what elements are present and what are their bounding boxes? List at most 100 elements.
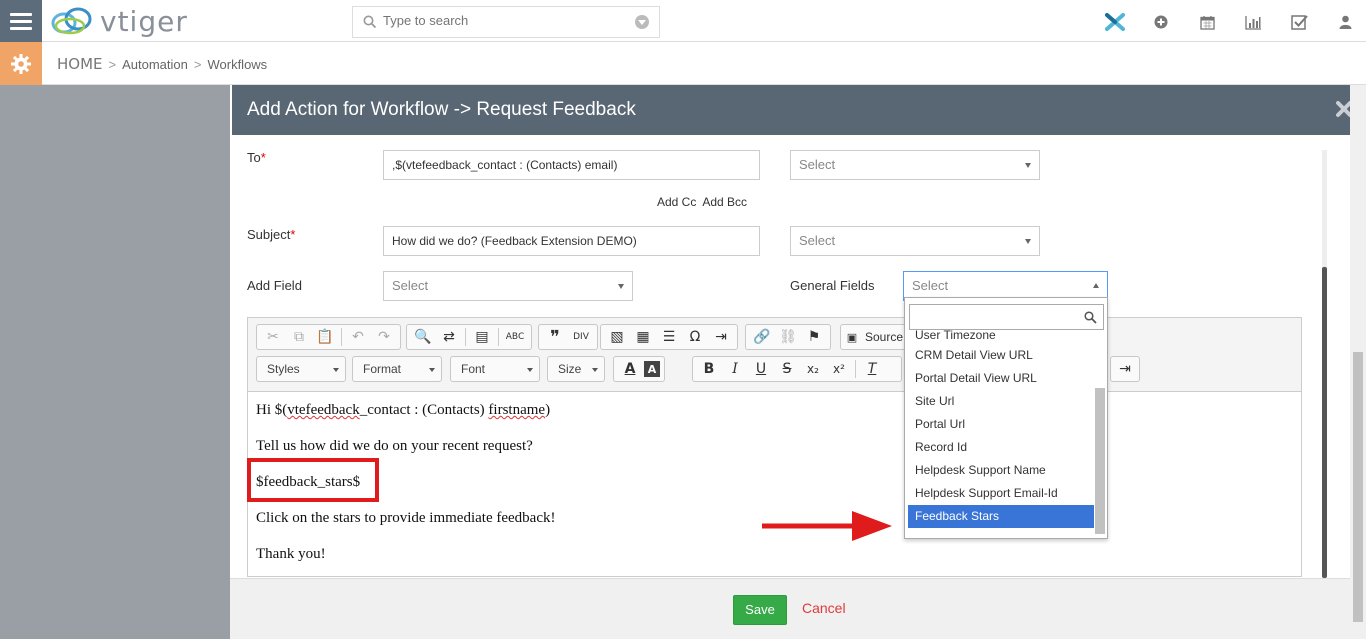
highlight-box	[247, 458, 379, 502]
global-search[interactable]	[352, 6, 660, 38]
breadcrumb-home[interactable]: HOME	[57, 55, 103, 73]
font-combo[interactable]: Font	[450, 356, 540, 382]
table-icon[interactable]: ▦	[631, 326, 655, 348]
breadcrumb-workflows[interactable]: Workflows	[207, 57, 267, 72]
red-arrow-icon	[762, 511, 892, 541]
breadcrumb-separator: >	[108, 57, 117, 72]
option-user-timezone[interactable]: User Timezone	[908, 330, 1094, 344]
unlink-icon[interactable]: ⛓	[776, 326, 800, 348]
link-icon[interactable]: 🔗	[750, 326, 774, 348]
styles-combo[interactable]: Styles	[256, 356, 346, 382]
source-button[interactable]: ▣ Source	[840, 324, 910, 350]
insert-group: ▧ ▦ ☰ Ω ⇥	[600, 324, 738, 350]
vtiger-logo[interactable]: vtiger	[48, 2, 188, 40]
indent-group: ⇥	[1110, 356, 1140, 382]
redo-icon[interactable]: ↷	[372, 326, 396, 348]
remove-format-icon[interactable]: T	[860, 358, 884, 380]
strike-icon[interactable]: S	[775, 358, 799, 380]
cancel-link[interactable]: Cancel	[802, 600, 846, 616]
to-select[interactable]: Select	[790, 150, 1040, 180]
background-color-icon[interactable]: A	[644, 361, 660, 377]
link-group: 🔗 ⛓ ⚑	[745, 324, 831, 350]
indent-icon[interactable]: ⇥	[1115, 358, 1135, 380]
add-bcc-link[interactable]: Add Bcc	[702, 195, 747, 209]
sidebar-backdrop	[0, 85, 230, 639]
find-icon[interactable]: 🔍	[411, 326, 435, 348]
settings-gear-icon[interactable]	[0, 42, 42, 85]
option-site-url[interactable]: Site Url	[908, 390, 1094, 413]
user-icon[interactable]	[1322, 12, 1366, 32]
option-portal-url[interactable]: Portal Url	[908, 413, 1094, 436]
dropdown-search-input[interactable]	[909, 304, 1104, 330]
search-input[interactable]	[383, 13, 623, 28]
dropdown-options: User Timezone CRM Detail View URL Portal…	[908, 330, 1094, 535]
cut-icon[interactable]: ✂	[261, 326, 285, 348]
source-icon: ▣	[846, 330, 858, 344]
text-color-icon[interactable]: A	[618, 358, 642, 380]
plus-circle-icon[interactable]	[1138, 12, 1184, 32]
underline-icon[interactable]: U	[749, 358, 773, 380]
paste-icon[interactable]: 📋	[313, 326, 337, 348]
replace-icon[interactable]: ⇄	[437, 326, 461, 348]
general-fields-label: General Fields	[790, 278, 875, 293]
italic-icon[interactable]: I	[723, 358, 747, 380]
save-button[interactable]: Save	[733, 595, 787, 625]
option-record-id[interactable]: Record Id	[908, 436, 1094, 459]
breadcrumb: HOME > Automation > Workflows	[57, 55, 267, 73]
modal-title: Add Action for Workflow -> Request Feedb…	[247, 99, 636, 120]
modal-scrollbar[interactable]	[1322, 267, 1327, 578]
breadcrumb-automation[interactable]: Automation	[122, 57, 188, 72]
option-helpdesk-support-name[interactable]: Helpdesk Support Name	[908, 459, 1094, 482]
body-line-question: Tell us how did we do on your recent req…	[256, 438, 533, 454]
editor-toolbar: ✂ ⧉ 📋 ↶ ↷ 🔍 ⇄ ▤ ABC ❞ DIV ▧ ▦ ☰ Ω ⇥ 🔗 ⛓ …	[248, 318, 1301, 392]
horizontal-line-icon[interactable]: ☰	[657, 326, 681, 348]
search-icon	[363, 15, 377, 29]
to-label: To*	[247, 150, 266, 165]
format-combo[interactable]: Format	[352, 356, 442, 382]
search-dropdown-icon[interactable]	[635, 15, 649, 29]
general-fields-dropdown: User Timezone CRM Detail View URL Portal…	[904, 297, 1108, 539]
find-group: 🔍 ⇄ ▤ ABC	[406, 324, 532, 350]
subject-field[interactable]: How did we do? (Feedback Extension DEMO)	[383, 226, 760, 256]
editor-content[interactable]: Hi $(vtefeedback_contact : (Contacts) fi…	[248, 393, 1301, 576]
special-char-icon[interactable]: Ω	[683, 326, 707, 348]
spellcheck-icon[interactable]: ABC	[503, 326, 527, 348]
checkbox-icon[interactable]	[1276, 12, 1322, 32]
bold-icon[interactable]: B	[697, 358, 721, 380]
select-all-icon[interactable]: ▤	[470, 326, 494, 348]
image-icon[interactable]: ▧	[605, 326, 629, 348]
option-portal-detail-view-url[interactable]: Portal Detail View URL	[908, 367, 1094, 390]
vtiger-x-icon[interactable]	[1092, 12, 1138, 32]
option-feedback-stars[interactable]: Feedback Stars	[908, 505, 1094, 528]
blockquote-icon[interactable]: ❞	[543, 326, 567, 348]
create-div-icon[interactable]: DIV	[569, 326, 593, 348]
page-break-icon[interactable]: ⇥	[709, 326, 733, 348]
block-group: ❞ DIV	[538, 324, 598, 350]
anchor-flag-icon[interactable]: ⚑	[802, 326, 826, 348]
dropdown-scrollbar[interactable]	[1095, 388, 1105, 534]
body-line-greeting: Hi $(vtefeedback_contact : (Contacts) fi…	[256, 402, 551, 418]
subject-select[interactable]: Select	[790, 226, 1040, 256]
copy-icon[interactable]: ⧉	[287, 326, 311, 348]
subscript-icon[interactable]: x₂	[801, 358, 825, 380]
page-scrollbar[interactable]	[1350, 85, 1366, 639]
bar-chart-icon[interactable]	[1230, 12, 1276, 32]
breadcrumb-separator: >	[193, 57, 202, 72]
top-icon-bar	[1092, 12, 1366, 32]
hamburger-menu-icon[interactable]	[0, 0, 42, 42]
add-field-select[interactable]: Select	[383, 271, 633, 301]
size-combo[interactable]: Size	[547, 356, 605, 382]
option-helpdesk-support-email[interactable]: Helpdesk Support Email-Id	[908, 482, 1094, 505]
page-scroll-thumb[interactable]	[1353, 352, 1363, 622]
superscript-icon[interactable]: x²	[827, 358, 851, 380]
add-action-modal: Add Action for Workflow -> Request Feedb…	[230, 85, 1366, 639]
calendar-icon[interactable]	[1184, 12, 1230, 32]
subject-label: Subject*	[247, 227, 296, 242]
top-navbar: vtiger	[0, 0, 1366, 42]
breadcrumb-bar: HOME > Automation > Workflows	[0, 42, 1366, 85]
option-crm-detail-view-url[interactable]: CRM Detail View URL	[908, 344, 1094, 367]
to-field[interactable]: ,$(vtefeedback_contact : (Contacts) emai…	[383, 150, 760, 180]
clipboard-group: ✂ ⧉ 📋 ↶ ↷	[256, 324, 401, 350]
undo-icon[interactable]: ↶	[346, 326, 370, 348]
add-cc-link[interactable]: Add Cc	[657, 195, 696, 209]
